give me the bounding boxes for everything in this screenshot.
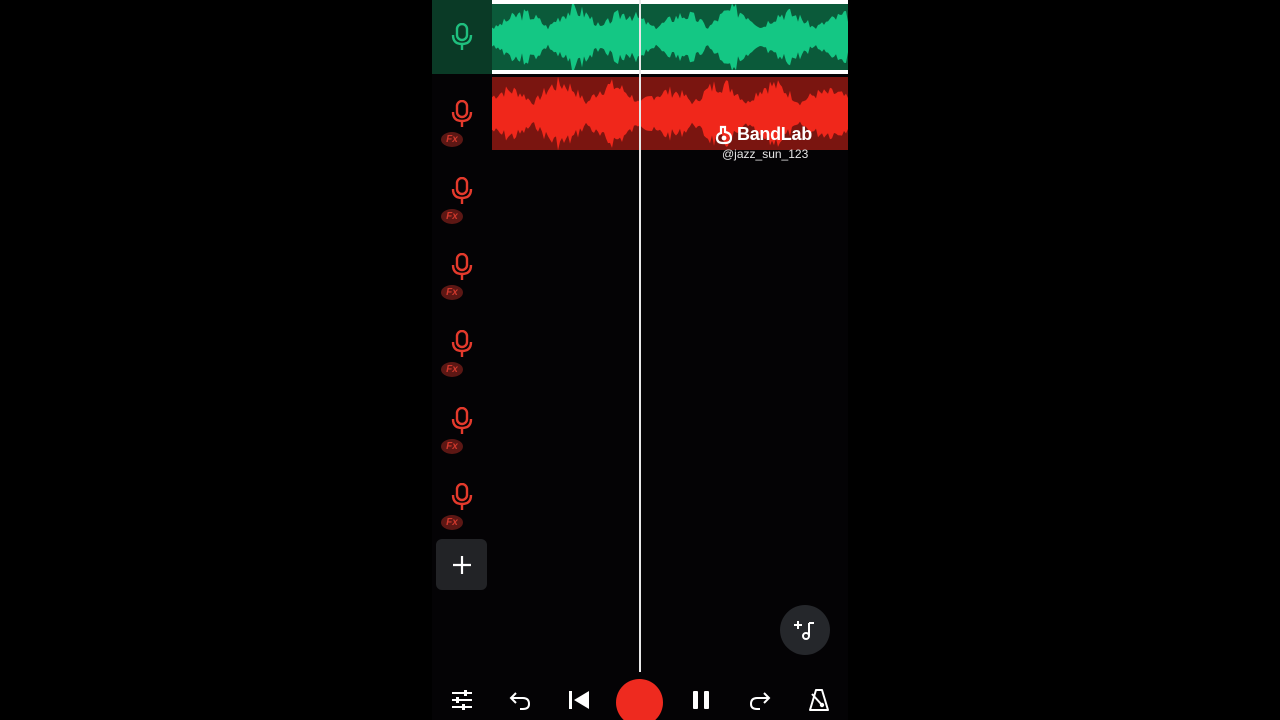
redo-icon: [749, 692, 771, 710]
fx-badge[interactable]: Fx: [441, 132, 463, 147]
track-3-header[interactable]: Fx: [432, 153, 492, 229]
add-music-button[interactable]: [780, 605, 830, 655]
fx-badge[interactable]: Fx: [441, 209, 463, 224]
metronome-icon: [809, 689, 829, 711]
plus-icon: [452, 555, 471, 574]
metronome-button[interactable]: [805, 686, 833, 714]
microphone-icon: [451, 330, 473, 357]
bandlab-watermark: BandLab @jazz_sun_123: [714, 124, 848, 161]
undo-button[interactable]: [506, 686, 534, 714]
fx-badge[interactable]: Fx: [441, 362, 463, 377]
bandlab-logo-icon: [715, 125, 733, 144]
track-4-header[interactable]: Fx: [432, 229, 492, 305]
track-1-region[interactable]: [492, 0, 848, 74]
redo-button[interactable]: [746, 686, 774, 714]
microphone-icon: [451, 100, 473, 127]
fx-badge[interactable]: Fx: [441, 439, 463, 454]
skip-to-start-icon: [569, 691, 589, 709]
skip-to-start-button[interactable]: [565, 686, 593, 714]
studio-screen: Fx Fx Fx Fx Fx Fx BandLab @jazz_sun_123: [432, 0, 848, 720]
fx-badge[interactable]: Fx: [441, 515, 463, 530]
record-button[interactable]: [616, 679, 663, 720]
playhead[interactable]: [639, 0, 641, 672]
track-5-header[interactable]: Fx: [432, 306, 492, 382]
track-7-header[interactable]: Fx: [432, 459, 492, 535]
add-music-note-icon: [794, 621, 814, 640]
pause-button[interactable]: [687, 686, 715, 714]
fx-badge[interactable]: Fx: [441, 285, 463, 300]
add-track-button[interactable]: [436, 539, 487, 590]
mixer-button[interactable]: [448, 686, 476, 714]
microphone-icon: [451, 483, 473, 510]
microphone-icon: [451, 407, 473, 434]
watermark-username: @jazz_sun_123: [722, 147, 809, 161]
track-1-header[interactable]: [432, 0, 492, 74]
pause-icon: [693, 691, 709, 709]
microphone-icon: [451, 23, 473, 50]
microphone-icon: [451, 177, 473, 204]
watermark-brand: BandLab: [737, 124, 812, 144]
mixer-icon: [452, 690, 472, 710]
undo-icon: [509, 692, 531, 710]
microphone-icon: [451, 253, 473, 280]
track-2-header[interactable]: Fx: [432, 76, 492, 152]
track-6-header[interactable]: Fx: [432, 383, 492, 459]
waveform-green: [492, 4, 848, 70]
